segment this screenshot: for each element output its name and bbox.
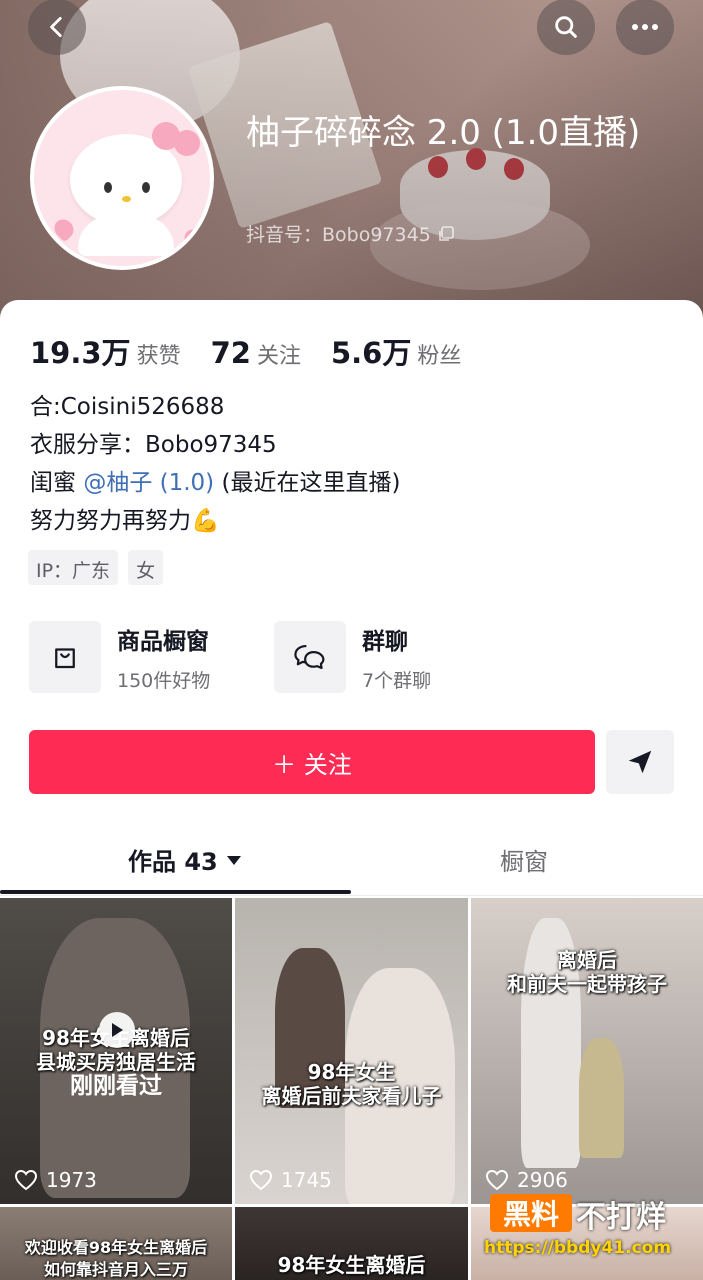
back-button[interactable] — [28, 0, 86, 55]
video-caption: 98年女生 离婚后前夫家看儿子 — [261, 1060, 442, 1108]
active-tab-indicator — [0, 890, 351, 894]
video-thumbnail[interactable]: 离婚后 和前夫一起带孩子 2906 — [471, 898, 703, 1204]
douyin-id[interactable]: 抖音号：Bobo97345 — [246, 220, 455, 247]
profile-bio: 合:Coisini526688 衣服分享：Bobo97345 闺蜜 @柚子 (1… — [30, 388, 400, 540]
group-chat-title: 群聊 — [362, 628, 408, 655]
douyin-id-text: 抖音号：Bobo97345 — [246, 224, 431, 246]
ip-tag: IP：广东 — [28, 550, 119, 585]
tab-works[interactable]: 作品 43 — [128, 842, 242, 877]
tab-works-label: 作品 43 — [128, 848, 218, 876]
avatar[interactable] — [30, 86, 214, 270]
heart-icon — [249, 1169, 273, 1191]
chat-bubbles-icon — [274, 621, 346, 693]
bio-text: (最近在这里直播) — [214, 470, 401, 496]
bio-line: 闺蜜 @柚子 (1.0) (最近在这里直播) — [30, 464, 400, 502]
video-caption: 欢迎收看98年女生离婚后 如何靠抖音月入三万 — [24, 1238, 208, 1279]
watermark-brand-text: 不打烊 — [576, 1200, 666, 1235]
shopping-bag-icon — [29, 621, 101, 693]
stat-followers-label: 粉丝 — [417, 344, 462, 369]
watermark: 黑料 不打烊 https://bbdy41.com — [484, 1186, 694, 1266]
profile-tags: IP：广东 女 — [28, 550, 164, 585]
chevron-left-icon — [50, 16, 62, 38]
recently-watched-label: 刚刚看过 — [70, 1073, 162, 1099]
video-thumbnail[interactable]: 欢迎收看98年女生离婚后 如何靠抖音月入三万 — [0, 1207, 232, 1280]
content-tabs: 作品 43 橱窗 — [0, 828, 703, 896]
video-caption: 离婚后 和前夫一起带孩子 — [507, 948, 667, 996]
search-icon — [555, 16, 577, 38]
bio-line: 努力努力再努力💪 — [30, 508, 220, 534]
play-icon — [99, 1012, 135, 1048]
like-count: 1745 — [281, 1168, 332, 1192]
video-thumbnail[interactable]: 98年女生离婚后县城买房独居生活 刚刚看过 1973 — [0, 898, 232, 1204]
stat-following-label: 关注 — [256, 344, 301, 369]
copy-icon[interactable] — [437, 225, 455, 243]
bio-text: 闺蜜 — [30, 470, 84, 496]
gender-tag: 女 — [128, 550, 164, 585]
like-count: 1973 — [46, 1168, 97, 1192]
shop-window-count: 150件好物 — [117, 669, 211, 692]
video-thumbnail[interactable]: 98年女生离婚后 — [235, 1207, 468, 1280]
stat-following-number: 72 — [210, 336, 251, 370]
profile-stats: 19.3万 获赞 72 关注 5.6万 粉丝 — [30, 330, 491, 372]
mention-link[interactable]: @柚子 (1.0) — [83, 470, 214, 496]
group-chat-entry[interactable]: 群聊 7个群聊 — [274, 621, 431, 693]
tab-showcase[interactable]: 橱窗 — [500, 842, 548, 877]
follow-button[interactable]: ＋ 关注 — [29, 730, 595, 794]
group-chat-count: 7个群聊 — [362, 669, 432, 692]
profile-name: 柚子碎碎念 2.0 (1.0直播) — [246, 113, 641, 153]
stat-followers-number: 5.6万 — [330, 336, 412, 370]
watermark-brand: 黑料 — [490, 1194, 572, 1232]
send-icon — [628, 750, 652, 774]
stat-likes-number: 19.3万 — [30, 336, 131, 370]
more-icon — [632, 24, 658, 30]
stat-likes-label: 获赞 — [136, 344, 181, 369]
share-button[interactable] — [606, 730, 674, 794]
more-button[interactable] — [616, 0, 674, 55]
caret-down-icon — [226, 855, 241, 865]
bio-line: 合:Coisini526688 — [30, 394, 225, 420]
video-caption: 98年女生离婚后 — [277, 1253, 426, 1277]
watermark-url: https://bbdy41.com — [484, 1238, 672, 1258]
video-thumbnail[interactable]: 98年女生 离婚后前夫家看儿子 1745 — [235, 898, 468, 1204]
shop-window-title: 商品橱窗 — [117, 628, 209, 655]
shop-window-entry[interactable]: 商品橱窗 150件好物 — [29, 621, 210, 693]
bio-line: 衣服分享：Bobo97345 — [30, 432, 277, 458]
stat-likes[interactable]: 19.3万 获赞 — [30, 330, 181, 372]
stat-followers[interactable]: 5.6万 粉丝 — [331, 330, 461, 372]
stat-following[interactable]: 72 关注 — [211, 336, 301, 370]
heart-icon — [14, 1169, 38, 1191]
search-button[interactable] — [537, 0, 595, 55]
video-likes: 1745 — [249, 1168, 332, 1192]
video-likes: 1973 — [14, 1168, 97, 1192]
